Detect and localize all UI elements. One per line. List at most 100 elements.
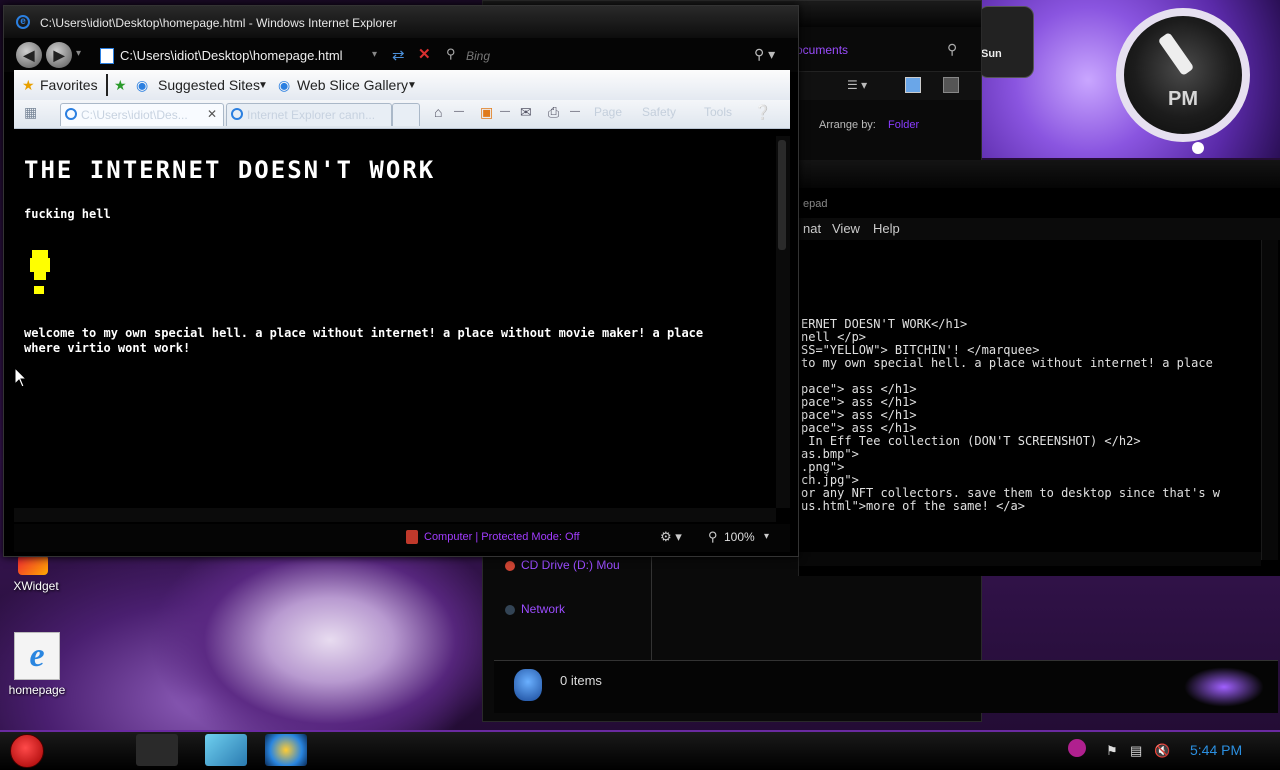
notepad-window[interactable]: epad nat View Help ERNET DOESN'T WORK</h… [798, 160, 1280, 576]
menu-help[interactable]: Help [873, 221, 900, 236]
scrollbar-thumb[interactable] [778, 140, 786, 250]
tools-menu[interactable]: Tools [704, 105, 732, 119]
views-icon[interactable]: ☰ ▾ [847, 78, 867, 92]
notepad-text-line: ERNET DOESN'T WORK</h1> [801, 318, 968, 331]
calendar-gadget[interactable]: Sun [978, 6, 1034, 78]
menu-format[interactable]: nat [803, 221, 821, 236]
web-slice-chevron-icon[interactable]: ▼ [407, 80, 417, 91]
mail-icon[interactable]: ✉ [520, 104, 532, 121]
ie-tab-icon [65, 108, 77, 120]
ie-page-content: THE INTERNET DOESN'T WORK fucking hell w… [14, 130, 776, 508]
quick-tabs-icon[interactable]: ▦ [24, 104, 37, 121]
close-tab-icon[interactable]: ✕ [207, 107, 217, 121]
desktop-icon-label-homepage[interactable]: homepage [4, 683, 70, 697]
taskbar-app-notepad[interactable] [205, 734, 247, 766]
recent-pages-chevron-icon[interactable]: ▾ [76, 48, 81, 59]
taskbar-app-widget[interactable] [136, 734, 178, 766]
system-clock[interactable]: 5:44 PM [1190, 742, 1242, 758]
print-dropdown-icon[interactable]: — [570, 106, 580, 117]
ie-file-icon: e [29, 637, 45, 674]
start-button[interactable] [10, 734, 44, 768]
butterfly-icon [1184, 667, 1264, 707]
items-count: 0 items [560, 673, 602, 688]
menu-view[interactable]: View [832, 221, 860, 236]
zoom-level[interactable]: 100% [724, 530, 755, 544]
favorites-star-icon: ★ [22, 77, 35, 93]
network-icon [505, 605, 515, 615]
refresh-icon[interactable]: ⇄ [392, 46, 405, 64]
ie-titlebar[interactable]: e C:\Users\idiot\Desktop\homepage.html -… [4, 6, 798, 38]
security-zone-status[interactable]: Computer | Protected Mode: Off [424, 531, 580, 543]
ie-horizontal-scrollbar[interactable] [14, 508, 776, 522]
favorites-button[interactable]: Favorites [40, 77, 98, 93]
address-dropdown-icon[interactable]: ▾ [372, 49, 377, 60]
help-icon[interactable]: ❔ [754, 104, 771, 121]
mouse-cursor-icon [15, 368, 27, 388]
new-tab-button[interactable] [392, 103, 420, 126]
safety-menu[interactable]: Safety [642, 105, 676, 119]
suggested-sites-link[interactable]: Suggested Sites [158, 77, 260, 93]
zoom-icon: ⚲ [708, 529, 718, 544]
page-heading: THE INTERNET DOESN'T WORK [24, 156, 436, 184]
clock-dot [1192, 142, 1204, 154]
folder-status-icon [514, 669, 542, 701]
home-icon[interactable]: ⌂ [434, 104, 442, 120]
tab-label: Internet Explorer cann... [247, 108, 376, 122]
home-dropdown-icon[interactable]: — [454, 106, 464, 117]
feeds-dropdown-icon[interactable]: — [500, 106, 510, 117]
action-center-flag-icon[interactable]: ⚑ [1106, 743, 1118, 759]
details-pane-icon[interactable] [943, 77, 959, 93]
volume-muted-icon[interactable]: 🔇 [1154, 743, 1170, 759]
notepad-vertical-scrollbar[interactable] [1261, 240, 1278, 560]
cd-drive-icon [505, 561, 515, 571]
stop-icon[interactable]: ✕ [418, 45, 431, 63]
tab-label: C:\Users\idiot\Des... [81, 108, 188, 122]
nav-item-network[interactable]: Network [521, 602, 565, 616]
forward-button[interactable]: ▶ [46, 42, 72, 68]
search-icon[interactable]: ⚲ [947, 41, 957, 58]
xwidget-icon[interactable] [18, 555, 48, 575]
nav-item-cd-drive[interactable]: CD Drive (D:) Mou [521, 558, 620, 572]
arrange-by-label: Arrange by: [819, 119, 876, 131]
tray-app-icon[interactable] [1068, 739, 1086, 757]
taskbar-app-internet-explorer[interactable] [265, 734, 307, 766]
ie-tab-bar: ▦ C:\Users\idiot\Des... ✕ Internet Explo… [14, 100, 790, 129]
search-input[interactable]: Bing [466, 49, 490, 63]
notepad-text-area[interactable]: ERNET DOESN'T WORK</h1> nell </p> SS="YELL… [801, 318, 1261, 518]
arrange-by-dropdown[interactable]: Folder [888, 119, 919, 131]
notepad-titlebar[interactable] [799, 160, 1280, 188]
clock-ampm: PM [1168, 88, 1198, 110]
notepad-horizontal-scrollbar[interactable] [799, 552, 1261, 566]
notepad-text-line: as.bmp"> [801, 447, 859, 461]
homepage-file-icon[interactable]: e [14, 632, 60, 680]
network-tray-icon[interactable]: ▤ [1130, 743, 1142, 759]
address-input[interactable]: C:\Users\idiot\Desktop\homepage.html [120, 48, 343, 63]
search-button-icon[interactable]: ⚲ ▾ [754, 46, 775, 63]
calendar-day: Sun [981, 48, 1002, 60]
suggested-sites-icon: ◉ [136, 77, 149, 93]
marquee-exclamation-icon [30, 250, 50, 294]
page-menu[interactable]: Page [594, 105, 622, 119]
suggested-sites-chevron-icon[interactable]: ▼ [258, 80, 268, 91]
web-slice-gallery-link[interactable]: Web Slice Gallery [297, 77, 408, 93]
add-favorite-icon[interactable]: ★ [114, 77, 127, 94]
desktop-icon-label-xwidget[interactable]: XWidget [6, 579, 66, 593]
favorites-bar: ★ Favorites ★ ◉ Suggested Sites ▼ ◉ Web … [14, 70, 790, 101]
tab-homepage[interactable]: C:\Users\idiot\Des... ✕ [60, 103, 224, 126]
notepad-title: epad [803, 198, 828, 210]
clock-gadget[interactable]: PM [1100, 0, 1280, 160]
zoom-dropdown-icon[interactable]: ▾ [764, 531, 769, 542]
explorer-breadcrumb[interactable]: ocuments [796, 43, 848, 57]
ie-vertical-scrollbar[interactable] [776, 136, 790, 508]
feeds-icon[interactable]: ▣ [480, 104, 493, 121]
notepad-text-line: In Eff Tee collection (DON'T SCREENSHOT)… [801, 434, 1141, 448]
preview-pane-icon[interactable] [905, 77, 921, 93]
security-zone-icon [406, 530, 418, 544]
clock-face: PM [1116, 8, 1250, 142]
tab-cannot-display[interactable]: Internet Explorer cann... [226, 103, 392, 126]
ie-window[interactable]: e C:\Users\idiot\Desktop\homepage.html -… [3, 5, 799, 557]
notepad-text-line: .png"> [801, 460, 845, 474]
back-button[interactable]: ◀ [16, 42, 42, 68]
addons-icon[interactable]: ⚙ ▾ [660, 529, 682, 545]
print-icon[interactable]: ⎙ [548, 104, 559, 121]
